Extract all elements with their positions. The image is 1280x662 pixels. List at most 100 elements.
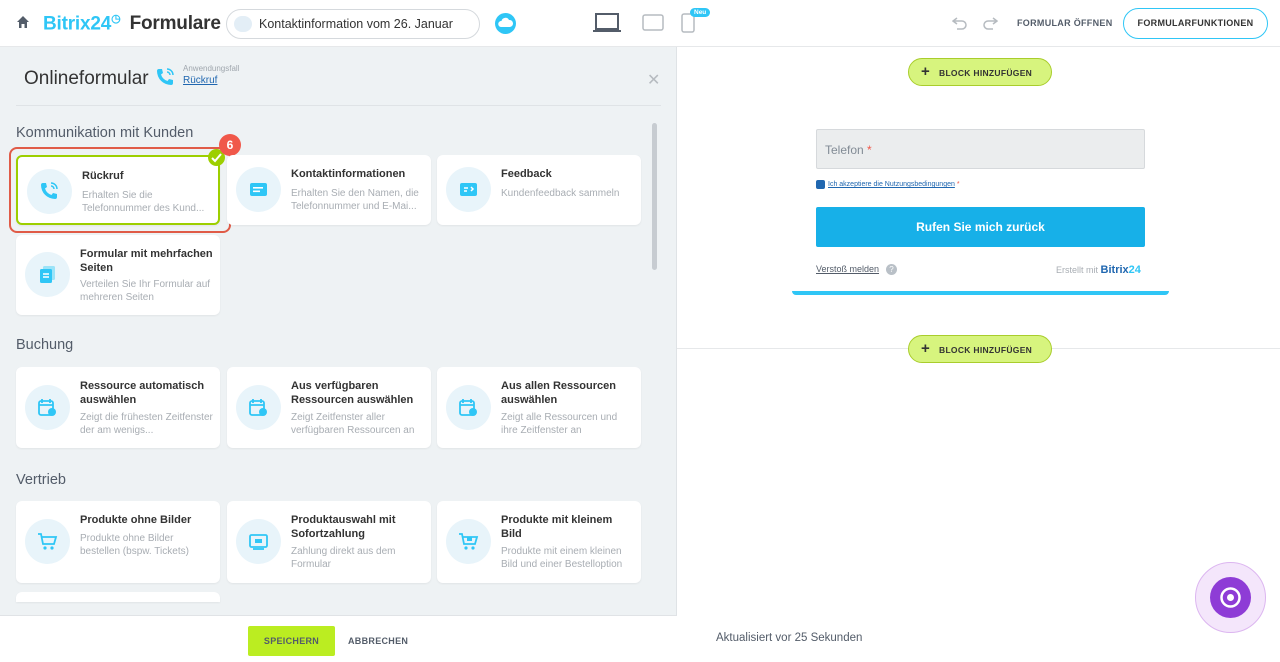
panel-footer: SPEICHERN ABBRECHEN bbox=[0, 615, 677, 662]
template-card-feedback[interactable]: Feedback Kundenfeedback sammeln bbox=[437, 155, 641, 225]
card-title: Produktauswahl mit Sofortzahlung bbox=[291, 514, 396, 540]
card-title: Ressource automatisch auswählen bbox=[80, 380, 205, 406]
card-description: Kundenfeedback sammeln bbox=[501, 188, 620, 199]
card-title: Feedback bbox=[501, 168, 552, 180]
payment-icon bbox=[249, 534, 268, 550]
add-block-label: BLOCK HINZUFÜGEN bbox=[939, 68, 1033, 78]
scrollbar-thumb[interactable] bbox=[652, 123, 657, 270]
card-title: Aus verfügbaren Ressourcen auswählen bbox=[291, 380, 414, 406]
cancel-button[interactable]: ABBRECHEN bbox=[348, 636, 408, 646]
phone-field-label: Telefon * bbox=[825, 143, 872, 157]
plus-icon: + bbox=[921, 63, 931, 80]
template-card-contact-info[interactable]: Kontaktinformationen Erhalten Sie den Na… bbox=[227, 155, 431, 225]
cart-image-icon-circle bbox=[446, 519, 491, 564]
template-card-instant-payment[interactable]: Produktauswahl mit Sofortzahlung Zahlung… bbox=[227, 501, 431, 583]
calendar-icon-circle bbox=[25, 385, 70, 430]
brand-word: Bitrix bbox=[1100, 264, 1129, 276]
product-title: Formulare bbox=[129, 13, 221, 35]
assistant-button[interactable] bbox=[1195, 562, 1266, 633]
cart-icon-circle bbox=[25, 519, 70, 564]
form-name-field[interactable]: Kontaktinformation vom 26. Januar bbox=[226, 9, 480, 39]
home-icon[interactable] bbox=[16, 15, 30, 29]
card-description: Produkte mit einem kleinen Bild und eine… bbox=[501, 546, 623, 570]
pages-icon bbox=[40, 266, 55, 283]
form-thumbnail-icon bbox=[234, 16, 252, 32]
add-block-label: BLOCK HINZUFÜGEN bbox=[939, 345, 1033, 355]
card-title: Produkte ohne Bilder bbox=[80, 514, 192, 526]
contact-icon-circle bbox=[236, 167, 281, 212]
template-card-available-resources[interactable]: Aus verfügbaren Ressourcen auswählen Zei… bbox=[227, 367, 431, 448]
feedback-icon-circle bbox=[446, 167, 491, 212]
calendar-icon bbox=[249, 399, 267, 416]
phone-icon bbox=[41, 182, 58, 199]
template-card-products-small-image[interactable]: Produkte mit kleinem Bild Produkte mit e… bbox=[437, 501, 641, 583]
section-title-sales: Vertrieb bbox=[16, 472, 66, 488]
desktop-view-icon[interactable] bbox=[592, 13, 622, 33]
panel-title: Onlineformular bbox=[24, 68, 149, 89]
phone-field[interactable]: Telefon * bbox=[816, 129, 1145, 169]
calendar-icon bbox=[459, 399, 477, 416]
last-updated-status: Aktualisiert vor 25 Sekunden bbox=[716, 632, 863, 644]
form-name-text: Kontaktinformation vom 26. Januar bbox=[259, 17, 453, 31]
card-title: Rückruf bbox=[82, 170, 124, 182]
bitrix-brand: Bitrix24 bbox=[1101, 264, 1141, 276]
card-description: Zahlung direkt aus dem Formular bbox=[291, 546, 396, 570]
add-block-button-top[interactable]: + BLOCK HINZUFÜGEN bbox=[908, 58, 1052, 86]
section-title-booking: Buchung bbox=[16, 337, 74, 353]
save-button[interactable]: SPEICHERN bbox=[248, 626, 335, 656]
call-me-back-button[interactable]: Rufen Sie mich zurück bbox=[816, 207, 1145, 247]
calendar-icon-circle bbox=[236, 385, 281, 430]
phone-label-text: Telefon bbox=[825, 143, 864, 157]
report-abuse-link[interactable]: Verstoß melden bbox=[816, 264, 879, 274]
top-bar: Bitrix24◷ Formulare Kontaktinformation v… bbox=[0, 0, 1280, 47]
cart-image-icon bbox=[459, 533, 479, 550]
payment-icon-circle bbox=[236, 519, 281, 564]
template-card-auto-resource[interactable]: Ressource automatisch auswählen Zeigt di… bbox=[16, 367, 220, 448]
phone-callback-icon bbox=[157, 68, 174, 85]
calendar-icon bbox=[38, 399, 56, 416]
template-card-all-resources[interactable]: Aus allen Ressourcen auswählen Zeigt all… bbox=[437, 367, 641, 448]
required-mark: * bbox=[956, 181, 960, 188]
card-title: Formular mit mehrfachen Seiten bbox=[80, 248, 213, 274]
card-description: Zeigt die frühesten Zeitfenster der am w… bbox=[80, 412, 213, 436]
template-card-callback[interactable]: Rückruf Erhalten Sie die Telefonnummer d… bbox=[16, 155, 220, 225]
cart-icon bbox=[38, 533, 58, 550]
callback-icon-circle bbox=[27, 169, 72, 214]
multipage-icon-circle bbox=[25, 252, 70, 297]
card-title: Aus allen Ressourcen auswählen bbox=[501, 380, 616, 406]
panel-header: Onlineformular Anwendungsfall Rückruf ✕ bbox=[16, 47, 661, 106]
made-with-bitrix[interactable]: Erstellt mit Bitrix24 bbox=[1056, 264, 1141, 276]
new-badge: Neu bbox=[690, 8, 711, 17]
card-description: Erhalten Sie die Telefonnummer des Kund.… bbox=[82, 190, 205, 214]
cloud-sync-icon[interactable] bbox=[495, 13, 516, 34]
redo-icon[interactable] bbox=[982, 15, 998, 31]
close-icon[interactable]: ✕ bbox=[647, 70, 660, 90]
brand-name: Bitrix24 bbox=[43, 13, 112, 35]
section-title-communication: Kommunikation mit Kunden bbox=[16, 125, 194, 141]
use-case-link[interactable]: Rückruf bbox=[183, 75, 217, 86]
feedback-icon bbox=[460, 183, 477, 196]
template-card-products-no-images[interactable]: Produkte ohne Bilder Produkte ohne Bilde… bbox=[16, 501, 220, 583]
card-description: Produkte ohne Bilder bestellen (bspw. Ti… bbox=[80, 533, 189, 557]
tablet-view-icon[interactable] bbox=[642, 14, 664, 31]
form-functions-button[interactable]: FORMULARFUNKTIONEN bbox=[1123, 8, 1268, 39]
add-block-button-bottom[interactable]: + BLOCK HINZUFÜGEN bbox=[908, 335, 1052, 363]
brand-logo[interactable]: Bitrix24◷ Formulare bbox=[43, 12, 221, 35]
open-form-button[interactable]: FORMULAR ÖFFNEN bbox=[1017, 18, 1113, 28]
undo-icon[interactable] bbox=[952, 15, 968, 31]
terms-checkbox-row[interactable]: Ich akzeptiere die Nutzungsbedingungen * bbox=[816, 180, 960, 189]
card-description: Zeigt Zeitfenster aller verfügbaren Ress… bbox=[291, 412, 415, 436]
card-description: Erhalten Sie den Namen, die Telefonnumme… bbox=[291, 188, 419, 212]
help-icon[interactable]: ? bbox=[886, 264, 897, 275]
step-badge: 6 bbox=[219, 134, 241, 156]
template-card-partial[interactable] bbox=[16, 592, 220, 602]
template-card-multipage[interactable]: Formular mit mehrfachen Seiten Verteilen… bbox=[16, 235, 220, 315]
terms-checkbox[interactable] bbox=[816, 180, 825, 189]
brand-number: 24 bbox=[1128, 264, 1141, 276]
card-title: Kontaktinformationen bbox=[291, 168, 406, 180]
use-case-label: Anwendungsfall bbox=[183, 64, 240, 73]
plus-icon: + bbox=[921, 340, 931, 357]
card-title: Produkte mit kleinem Bild bbox=[501, 514, 613, 540]
terms-link[interactable]: Ich akzeptiere die Nutzungsbedingungen bbox=[828, 181, 955, 188]
calendar-icon-circle bbox=[446, 385, 491, 430]
